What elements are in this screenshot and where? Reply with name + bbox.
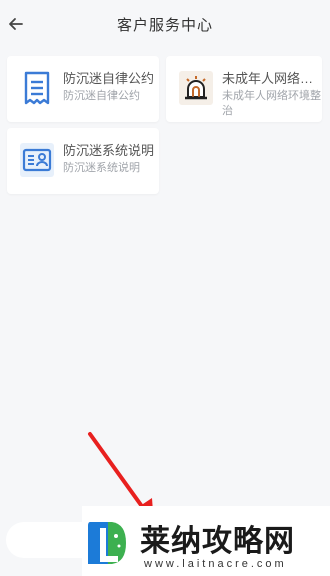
watermark-name: 莱纳攻略网 bbox=[140, 525, 295, 558]
page-title: 客户服务中心 bbox=[116, 16, 213, 34]
header: 客户服务中心 bbox=[0, 0, 330, 48]
watermark: 莱纳攻略网 www.laitnacre.com bbox=[82, 506, 330, 576]
card-subtitle: 防沉迷系统说明 bbox=[63, 162, 140, 174]
card-subtitle: 防沉迷自律公约 bbox=[63, 90, 140, 102]
watermark-url: www.laitnacre.com bbox=[144, 558, 287, 570]
card-subtitle: 未成年人网络环境整治 bbox=[222, 90, 321, 117]
alarm-siren-icon bbox=[178, 70, 214, 106]
document-icon bbox=[19, 70, 55, 106]
card-minor-network-rectification[interactable]: 未成年人网络… 未成年人网络环境整治 bbox=[166, 56, 322, 122]
id-card-icon bbox=[19, 142, 55, 178]
card-anti-addiction-system[interactable]: 防沉迷系统说明 防沉迷系统说明 bbox=[7, 128, 159, 194]
card-self-discipline-pact[interactable]: 防沉迷自律公约 防沉迷自律公约 bbox=[7, 56, 159, 122]
site-logo-icon bbox=[88, 522, 126, 564]
back-button[interactable] bbox=[4, 12, 28, 36]
card-title: 防沉迷自律公约 bbox=[63, 71, 155, 86]
card-title: 防沉迷系统说明 bbox=[63, 143, 155, 158]
card-title: 未成年人网络… bbox=[222, 71, 314, 86]
arrow-left-icon bbox=[9, 18, 23, 30]
